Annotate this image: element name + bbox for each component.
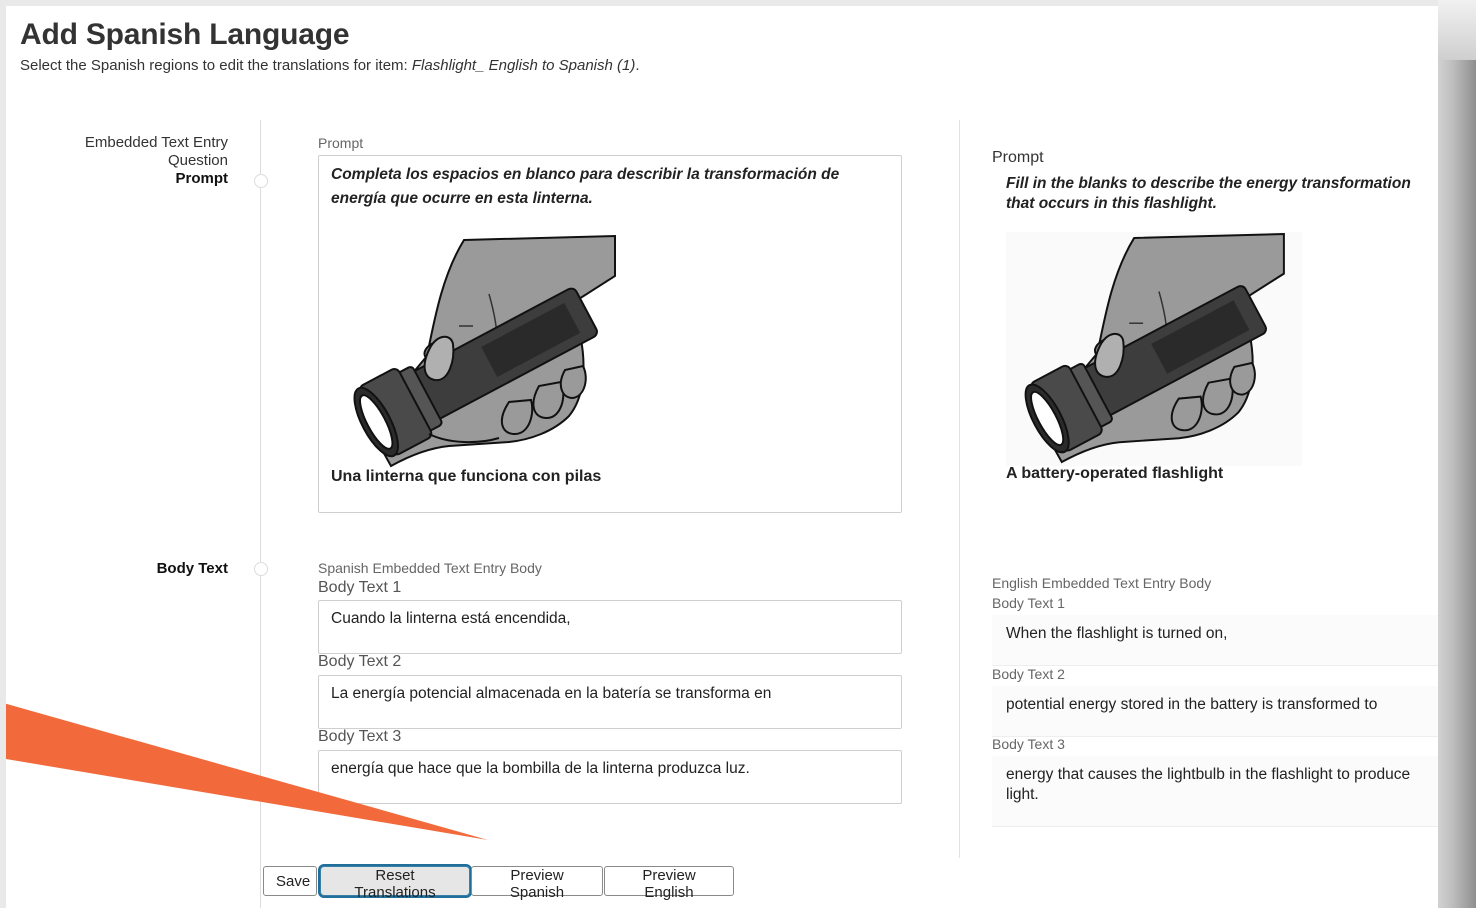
spanish-body-2-label: Body Text 2 (318, 653, 402, 670)
column-divider (959, 120, 960, 858)
english-body-group-label: English Embedded Text Entry Body (992, 575, 1212, 591)
section-label-line1: Embedded Text Entry (84, 134, 228, 151)
page-title: Add Spanish Language (20, 18, 350, 51)
timeline-dot-body[interactable] (254, 562, 268, 576)
spanish-body-1-input[interactable]: Cuando la linterna está encendida, (318, 600, 902, 654)
preview-spanish-button[interactable]: Preview Spanish (471, 866, 603, 901)
subtitle-item-name: Flashlight_ English to Spanish (1) (411, 57, 636, 74)
spanish-body-3-input[interactable]: energía que hace que la bombilla de la l… (318, 750, 902, 804)
subtitle-suffix: . (635, 57, 640, 74)
flashlight-illustration (1006, 232, 1302, 466)
spanish-body-2-input[interactable]: La energía potencial almacenada en la ba… (318, 675, 902, 729)
spanish-image-caption: Una linterna que funciona con pilas (331, 468, 602, 485)
spanish-prompt-label: Prompt (318, 135, 364, 151)
english-prompt-text: Fill in the blanks to describe the energ… (1006, 175, 1411, 212)
english-image-caption: A battery-operated flashlight (1006, 465, 1224, 482)
spanish-body-group-label: Spanish Embedded Text Entry Body (318, 560, 542, 576)
english-prompt-label: Prompt (992, 149, 1044, 166)
english-body-1-block: When the flashlight is turned on, (992, 615, 1438, 666)
english-body-3-label: Body Text 3 (992, 736, 1065, 752)
english-body-3-text: energy that causes the lightbulb in the … (1006, 766, 1411, 803)
translation-editor-page: Add Spanish Language Select the Spanish … (6, 6, 1438, 908)
english-body-2-text: potential energy stored in the battery i… (1006, 696, 1378, 713)
section-label-line2: Question (167, 152, 228, 169)
spanish-body-1-text: Cuando la linterna está encendida, (331, 610, 571, 627)
reset-translations-button[interactable]: Reset Translations (320, 866, 470, 901)
timeline-dot-prompt[interactable] (254, 174, 268, 188)
preview-english-button[interactable]: Preview English (604, 866, 734, 901)
save-button[interactable]: Save (263, 866, 317, 896)
section-label-bold: Body Text (156, 560, 228, 577)
section-label-body[interactable]: Body Text (157, 560, 228, 578)
english-body-3-block: energy that causes the lightbulb in the … (992, 756, 1438, 827)
spanish-prompt-editor[interactable]: Completa los espacios en blanco para des… (318, 155, 902, 513)
english-body-1-text: When the flashlight is turned on, (1006, 625, 1228, 642)
english-body-1-label: Body Text 1 (992, 595, 1065, 611)
english-body-2-block: potential energy stored in the battery i… (992, 686, 1438, 737)
flashlight-illustration (353, 234, 616, 468)
spanish-body-1-label: Body Text 1 (318, 579, 402, 596)
window-edge-shadow (1438, 0, 1476, 908)
spanish-body-3-label: Body Text 3 (318, 728, 402, 745)
section-label-prompt[interactable]: Embedded Text Entry Question Prompt (85, 134, 228, 188)
english-body-2-label: Body Text 2 (992, 666, 1065, 682)
subtitle-prefix: Select the Spanish regions to edit the t… (20, 57, 412, 74)
spanish-body-3-text: energía que hace que la bombilla de la l… (331, 760, 750, 777)
section-label-bold: Prompt (175, 170, 229, 187)
spanish-body-2-text: La energía potencial almacenada en la ba… (331, 685, 772, 702)
spanish-prompt-text: Completa los espacios en blanco para des… (331, 166, 840, 207)
page-subtitle: Select the Spanish regions to edit the t… (20, 57, 640, 74)
section-timeline (260, 120, 261, 908)
